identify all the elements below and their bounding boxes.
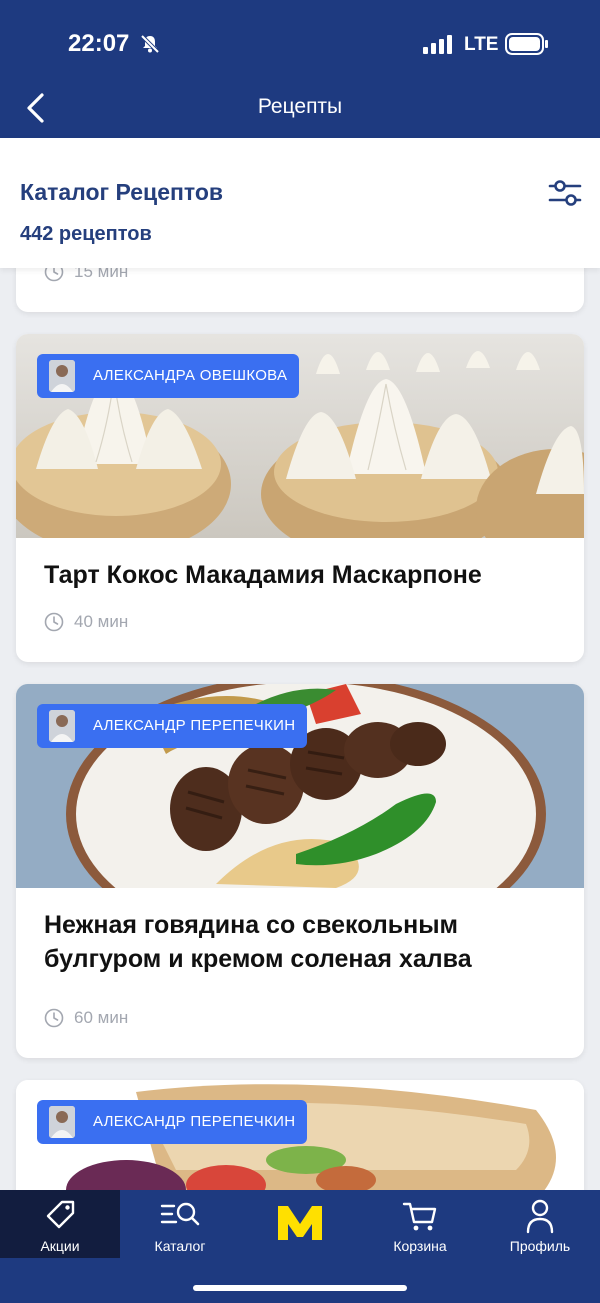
clock-icon (44, 612, 64, 632)
nav-bar: Рецепты (0, 88, 600, 138)
catalog-header: Каталог Рецептов 442 рецептов (0, 138, 600, 268)
metro-logo-icon (278, 1206, 322, 1240)
author-name: АЛЕКСАНДРА ОВЕШКОВА (93, 367, 288, 384)
network-type: LTE (464, 34, 499, 55)
signal-icon (423, 35, 452, 54)
battery-icon (505, 33, 548, 55)
cooking-time: 60 мин (44, 1006, 128, 1030)
cooking-time: 15 мин (44, 268, 128, 284)
tab-label: Профиль (509, 1238, 571, 1254)
status-time: 22:07 (68, 30, 130, 57)
filter-icon[interactable] (548, 178, 582, 208)
cooking-time-value: 40 мин (74, 612, 129, 631)
tag-icon (46, 1200, 75, 1229)
recipe-title: Нежная говядина со свекольным булгуром и… (44, 911, 472, 973)
author-badge[interactable]: АЛЕКСАНДРА ОВЕШКОВА (37, 354, 300, 398)
clock-icon (44, 268, 64, 282)
author-avatar (49, 360, 75, 392)
recipe-card[interactable]: 15 мин (16, 268, 584, 312)
author-name: АЛЕКСАНДР ПЕРЕПЕЧКИН (93, 717, 296, 734)
catalog-title: Каталог Рецептов (20, 179, 224, 205)
recipe-count: 442 рецептов (20, 223, 152, 245)
author-badge[interactable]: АЛЕКСАНДР ПЕРЕПЕЧКИН (37, 704, 308, 748)
bell-muted-icon (140, 34, 160, 54)
tab-catalog[interactable]: Каталог (120, 1190, 240, 1258)
recipe-card[interactable]: АЛЕКСАНДР ПЕРЕПЕЧКИН Нежная говядина со … (16, 684, 584, 1058)
home-indicator (193, 1285, 407, 1291)
status-bar: 22:07 LTE (0, 0, 600, 88)
cart-icon (402, 1202, 437, 1231)
tab-label: Акции (40, 1238, 80, 1254)
clock-icon (44, 1008, 64, 1028)
recipe-photo: АЛЕКСАНДР ПЕРЕПЕЧКИН (16, 684, 584, 888)
cooking-time-value: 15 мин (74, 268, 129, 281)
tab-cart[interactable]: Корзина (360, 1190, 480, 1258)
author-avatar (49, 710, 75, 742)
tab-home-logo[interactable] (240, 1190, 360, 1258)
profile-icon (526, 1199, 554, 1234)
author-avatar (49, 1106, 75, 1138)
catalog-search-icon (160, 1202, 200, 1226)
author-badge[interactable]: АЛЕКСАНДР ПЕРЕПЕЧКИН (37, 1100, 308, 1144)
tab-label: Корзина (393, 1238, 447, 1254)
recipe-title: Тарт Кокос Макадамия Маскарпоне (44, 561, 482, 589)
recipe-card[interactable]: АЛЕКСАНДРА ОВЕШКОВА Тарт Кокос Макадамия… (16, 334, 584, 662)
page-title: Рецепты (257, 95, 343, 118)
tab-profile[interactable]: Профиль (480, 1190, 600, 1258)
recipe-photo: АЛЕКСАНДР ПЕРЕПЕЧКИН (16, 1080, 584, 1190)
cooking-time-value: 60 мин (74, 1008, 129, 1027)
tab-label: Каталог (154, 1238, 206, 1254)
cooking-time: 40 мин (44, 610, 128, 634)
tab-promotions[interactable]: Акции (0, 1190, 120, 1258)
recipe-list[interactable]: 15 мин АЛЕКСАНДРА ОВЕШКОВА Тарт Кокос Ма… (0, 268, 600, 1190)
recipe-photo: АЛЕКСАНДРА ОВЕШКОВА (16, 334, 584, 538)
recipe-card[interactable]: АЛЕКСАНДР ПЕРЕПЕЧКИН (16, 1080, 584, 1190)
author-name: АЛЕКСАНДР ПЕРЕПЕЧКИН (93, 1113, 296, 1130)
